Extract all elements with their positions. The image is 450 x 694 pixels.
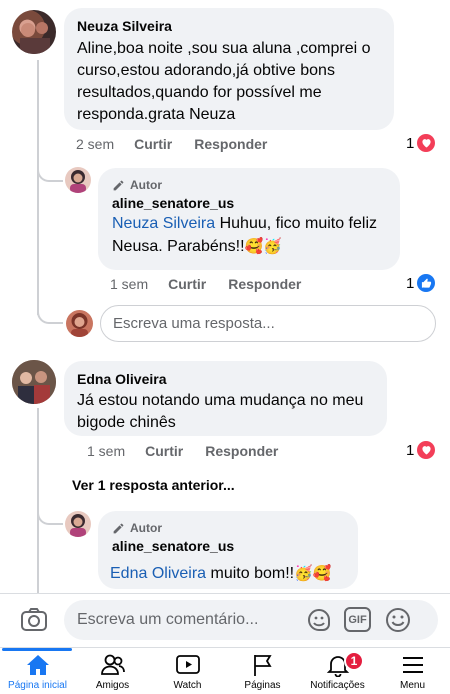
gif-icon[interactable]: GIF (344, 607, 371, 632)
like-button[interactable]: Curtir (134, 136, 172, 152)
tab-menu[interactable]: Menu (375, 648, 450, 694)
reply-button[interactable]: Responder (228, 276, 301, 292)
author-badge: Autor (112, 521, 162, 535)
comment-actions: 1 sem Curtir Responder (87, 443, 300, 459)
comment-author[interactable]: Edna Oliveira (77, 371, 166, 387)
reply-text-part: Huhuu, fico muito feliz (215, 215, 378, 232)
reply-bubble[interactable]: Autor aline_senatore_us Edna Oliveira mu… (98, 511, 358, 589)
author-badge-label: Autor (130, 521, 162, 535)
tab-label: Amigos (95, 680, 130, 691)
thread-connector (37, 500, 63, 525)
camera-icon[interactable] (20, 606, 48, 637)
comment-line: bigode chinês (77, 414, 176, 431)
thread-connector (37, 160, 63, 182)
reply-text: Neuza Silveira Huhuu, fico muito feliz N… (112, 213, 396, 258)
reply-actions: 1 sem Curtir Responder (110, 276, 323, 292)
comment-composer: Escreva um comentário... GIF (0, 593, 450, 647)
comment-input-placeholder: Escreva um comentário... (77, 611, 259, 628)
bottom-tab-bar: Página inicial Amigos Watch Páginas 1 No… (0, 647, 450, 694)
menu-icon (402, 657, 423, 673)
reply-author[interactable]: aline_senatore_us (112, 538, 234, 554)
comment-time[interactable]: 2 sem (76, 136, 114, 152)
sticker-icon[interactable] (305, 606, 333, 639)
comment-line: Já estou notando uma mudança no meu (77, 392, 364, 409)
emoji: 🥳🥰 (294, 564, 332, 582)
avatar-photo (71, 313, 88, 337)
comment-actions: 2 sem Curtir Responder (76, 136, 289, 152)
tab-home[interactable]: Página inicial (0, 648, 75, 694)
like-button[interactable]: Curtir (168, 276, 206, 292)
comment-text: Já estou notando uma mudança no meu bigo… (77, 390, 363, 434)
reply-input[interactable]: Escreva uma resposta... (100, 305, 436, 342)
mention-link[interactable]: Edna Oliveira (110, 565, 206, 582)
tab-label: Menu (399, 680, 425, 691)
tab-pages[interactable]: Páginas (225, 648, 300, 694)
emoji: 🥰🥳 (244, 237, 282, 255)
love-reaction-icon (417, 134, 436, 152)
emoji-icon[interactable] (384, 606, 412, 639)
avatar-photo (70, 514, 86, 537)
view-previous-replies-link[interactable]: Ver 1 resposta anterior... (72, 477, 235, 493)
comment-author[interactable]: Neuza Silveira (77, 18, 172, 34)
pages-flag-icon (253, 655, 272, 676)
tab-label: Página inicial (8, 680, 67, 691)
reply-button[interactable]: Responder (194, 136, 267, 152)
avatar-photo (12, 360, 56, 404)
comment-line: curso,estou adorando,já obtive bons (77, 62, 335, 79)
avatar[interactable] (65, 511, 91, 537)
watch-icon (175, 655, 200, 674)
comment-time[interactable]: 1 sem (87, 443, 125, 459)
comment-bubble[interactable]: Neuza Silveira Aline,boa noite ,sou sua … (64, 8, 394, 130)
friends-icon (100, 654, 125, 675)
comment-line: Aline,boa noite ,sou sua aluna ,comprei … (77, 40, 371, 57)
avatar[interactable] (65, 167, 91, 193)
tab-notifications[interactable]: 1 Notificações (300, 648, 375, 694)
reaction-summary[interactable]: 1 (406, 274, 436, 292)
comment-bubble[interactable]: Edna Oliveira Já estou notando uma mudan… (64, 361, 387, 436)
pencil-icon (113, 523, 124, 533)
reaction-count: 1 (406, 274, 415, 292)
avatar-photo (70, 170, 86, 193)
avatar[interactable] (12, 10, 56, 54)
tab-friends[interactable]: Amigos (75, 648, 150, 694)
reply-text-part: Neusa. Parabéns!! (112, 238, 245, 255)
author-badge-label: Autor (130, 178, 162, 192)
love-reaction-icon (417, 441, 436, 459)
tab-watch[interactable]: Watch (150, 648, 225, 694)
reaction-summary[interactable]: 1 (406, 441, 436, 459)
like-button[interactable]: Curtir (145, 443, 183, 459)
tab-label: Páginas (244, 680, 281, 691)
reply-bubble[interactable]: Autor aline_senatore_us Neuza Silveira H… (98, 168, 400, 270)
gif-label: GIF (348, 613, 367, 626)
mention-link[interactable]: Neuza Silveira (112, 215, 215, 232)
tab-label: Watch (173, 680, 202, 691)
tab-label: Notificações (310, 680, 365, 691)
avatar[interactable] (12, 360, 56, 404)
comment-line: responda.grata Neuza (77, 106, 236, 123)
notification-badge: 1 (344, 651, 364, 671)
reaction-count: 1 (406, 441, 415, 459)
pencil-icon (113, 180, 124, 190)
reply-time[interactable]: 1 sem (110, 276, 148, 292)
reply-text-part: muito bom!! (206, 565, 295, 582)
thread-line (37, 60, 39, 315)
avatar (66, 310, 93, 337)
comment-text: Aline,boa noite ,sou sua aluna ,comprei … (77, 38, 371, 126)
author-badge: Autor (112, 178, 162, 192)
reaction-summary[interactable]: 1 (406, 134, 436, 152)
reply-author[interactable]: aline_senatore_us (112, 195, 234, 211)
like-reaction-icon (417, 274, 436, 292)
reply-text: Edna Oliveira muito bom!!🥳🥰 (110, 562, 331, 585)
thread-connector (37, 300, 63, 324)
reaction-count: 1 (406, 134, 415, 152)
avatar-photo (20, 22, 50, 54)
comment-line: resultados,quando for possível me (77, 84, 322, 101)
reply-button[interactable]: Responder (205, 443, 278, 459)
home-icon (26, 655, 49, 675)
comment-input[interactable]: Escreva um comentário... (64, 600, 438, 640)
